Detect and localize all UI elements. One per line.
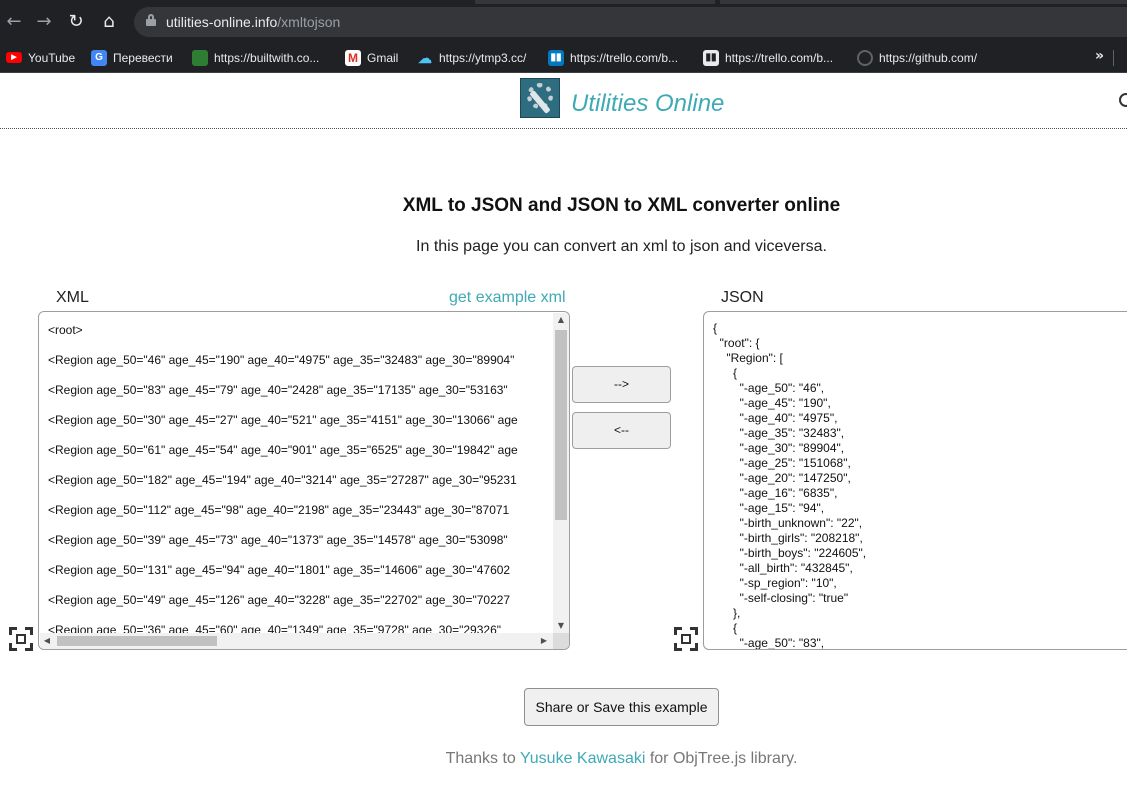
xml-line: <Region age_50="112" age_45="98" age_40=…: [48, 503, 510, 517]
json-line: "-age_20": "147250",: [713, 471, 851, 485]
json-line: {: [713, 366, 738, 380]
xml-textarea[interactable]: <root> <Region age_50="46" age_45="190" a…: [38, 311, 570, 650]
ytmp3-icon: ☁: [418, 49, 432, 66]
browser-toolbar: ← → ↻ ⌂ utilities-online.info/xmltojson: [0, 0, 1127, 42]
url-text[interactable]: utilities-online.info/xmltojson: [166, 13, 340, 31]
footer-prefix: Thanks to: [445, 750, 520, 767]
tab-strip-edge: [720, 0, 1127, 4]
json-line: "-birth_unknown": "22",: [713, 516, 863, 530]
share-save-button[interactable]: Share or Save this example: [524, 688, 719, 726]
json-line: "-birth_boys": "224605",: [713, 546, 867, 560]
google-translate-icon: G: [91, 49, 107, 66]
bookmark-label: YouTube: [28, 50, 76, 65]
xml-line: <root>: [48, 323, 83, 337]
bookmark-youtube[interactable]: ▶ YouTube: [6, 42, 75, 73]
gmail-icon: M: [345, 49, 361, 66]
scroll-up-icon[interactable]: ▲: [553, 313, 569, 327]
lock-icon[interactable]: [146, 14, 156, 26]
xml-line: <Region age_50="83" age_45="79" age_40="…: [48, 383, 508, 397]
trello-icon: ▮▮: [703, 49, 719, 66]
json-line: "-sp_region": "10",: [713, 576, 837, 590]
json-label: JSON: [721, 289, 764, 306]
xml-label: XML: [56, 289, 89, 306]
json-to-xml-button[interactable]: <--: [572, 412, 671, 449]
json-line: "-birth_girls": "208218",: [713, 531, 863, 545]
home-icon[interactable]: ⌂: [98, 11, 120, 33]
fullscreen-xml-icon[interactable]: [9, 627, 33, 651]
xml-line: <Region age_50="49" age_45="126" age_40=…: [48, 593, 511, 607]
get-example-xml-link[interactable]: get example xml: [449, 289, 566, 307]
json-content: { "root": { "Region": [ { "-age_50": "46…: [713, 321, 1127, 650]
back-arrow-icon[interactable]: ←: [3, 11, 25, 33]
scroll-right-icon[interactable]: ▶: [537, 633, 551, 649]
scrollbar-thumb[interactable]: [57, 636, 217, 646]
json-line: "-age_16": "6835",: [713, 486, 838, 500]
json-line: "-age_15": "94",: [713, 501, 825, 515]
bookmark-builtwith[interactable]: https://builtwith.co...: [192, 42, 319, 73]
author-link[interactable]: Yusuke Kawasaki: [520, 750, 645, 767]
xml-line: <Region age_50="131" age_45="94" age_40=…: [48, 563, 511, 577]
bookmark-label: https://ytmp3.cc/: [439, 50, 527, 65]
divider: [1113, 50, 1114, 66]
bookmark-label: https://trello.com/b...: [570, 50, 679, 65]
bookmark-ytmp3[interactable]: ☁ https://ytmp3.cc/: [417, 42, 526, 73]
builtwith-icon: [192, 49, 208, 66]
bookmarks-overflow-button[interactable]: »: [1095, 48, 1104, 64]
json-line: "Region": [: [713, 351, 783, 365]
tab-strip-edge: [475, 0, 715, 4]
xml-line: <Region age_50="39" age_45="73" age_40="…: [48, 533, 508, 547]
json-line: "-age_45": "190",: [713, 396, 831, 410]
site-title[interactable]: Utilities Online: [571, 90, 724, 118]
site-logo[interactable]: [520, 78, 560, 118]
json-line: "-age_50": "83",: [713, 636, 825, 650]
json-line: {: [713, 621, 738, 635]
xml-line: <Region age_50="182" age_45="194" age_40…: [48, 473, 517, 487]
json-line: "-age_30": "89904",: [713, 441, 845, 455]
xml-line: <Region age_50="30" age_45="27" age_40="…: [48, 413, 518, 427]
github-icon: [857, 49, 873, 66]
json-textarea[interactable]: { "root": { "Region": [ { "-age_50": "46…: [703, 311, 1127, 650]
footer-credits: Thanks to Yusuke Kawasaki for ObjTree.js…: [0, 750, 1127, 768]
site-header: Utilities Online: [0, 73, 1127, 129]
bookmark-label: https://trello.com/b...: [725, 50, 834, 65]
bookmark-label: https://github.com/: [879, 50, 978, 65]
footer-suffix: for ObjTree.js library.: [645, 750, 798, 767]
bookmark-label: Gmail: [367, 50, 399, 65]
page-title: XML to JSON and JSON to XML converter on…: [402, 195, 841, 216]
xml-content: <root> <Region age_50="46" age_45="190" a…: [48, 322, 553, 649]
bookmarks-bar: ▶ YouTube G Перевести https://builtwith.…: [0, 42, 1127, 73]
xml-line: <Region age_50="61" age_45="54" age_40="…: [48, 443, 518, 457]
json-line: {: [713, 321, 718, 335]
json-line: "-self-closing": "true": [713, 591, 849, 605]
json-line: "-age_40": "4975",: [713, 411, 838, 425]
json-line: "-age_50": "46",: [713, 381, 825, 395]
forward-arrow-icon[interactable]: →: [33, 11, 55, 33]
trello-icon: ▮▮: [548, 49, 564, 66]
reload-icon[interactable]: ↻: [65, 11, 87, 33]
json-line: "-all_birth": "432845",: [713, 561, 853, 575]
json-line: "root": {: [713, 336, 760, 350]
json-line: "-age_25": "151068",: [713, 456, 851, 470]
header-control-icon[interactable]: [1119, 93, 1127, 107]
scroll-left-icon[interactable]: ◀: [40, 633, 54, 649]
bookmark-label: Перевести: [113, 50, 173, 65]
bookmark-github[interactable]: https://github.com/: [857, 42, 977, 73]
scrollbar-thumb[interactable]: [555, 330, 567, 520]
youtube-icon: ▶: [6, 52, 22, 63]
bookmark-gmail[interactable]: M Gmail: [345, 42, 398, 73]
scrollbar-corner: [553, 633, 569, 649]
bookmark-trello-1[interactable]: ▮▮ https://trello.com/b...: [548, 42, 678, 73]
scroll-down-icon[interactable]: ▼: [553, 619, 569, 633]
fullscreen-json-icon[interactable]: [674, 627, 698, 651]
page-subtitle: In this page you can convert an xml to j…: [416, 238, 827, 255]
json-line: "-age_35": "32483",: [713, 426, 845, 440]
bookmark-label: https://builtwith.co...: [214, 50, 320, 65]
bookmark-translate[interactable]: G Перевести: [91, 42, 173, 73]
horizontal-scrollbar[interactable]: ◀ ▶: [40, 633, 553, 649]
xml-to-json-button[interactable]: -->: [572, 366, 671, 403]
xml-line: <Region age_50="46" age_45="190" age_40=…: [48, 353, 515, 367]
bookmark-trello-2[interactable]: ▮▮ https://trello.com/b...: [703, 42, 833, 73]
json-line: },: [713, 606, 741, 620]
vertical-scrollbar[interactable]: ▲ ▼: [553, 313, 569, 636]
